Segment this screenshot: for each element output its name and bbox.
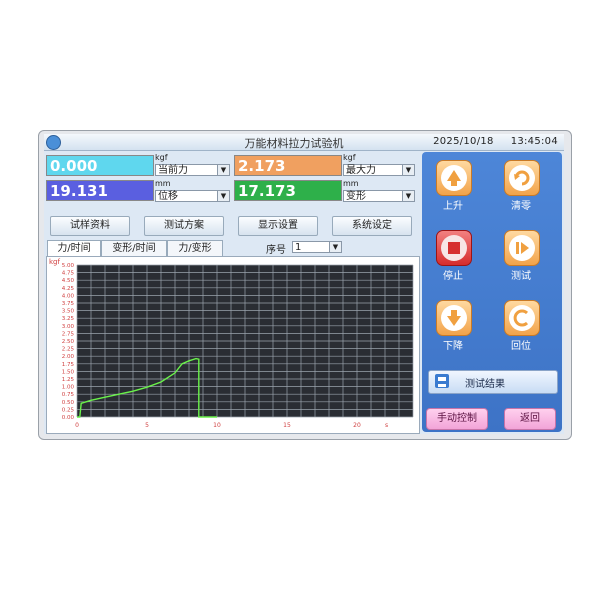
x-tick-label: 5 — [145, 422, 149, 429]
current-force-display: 0.000 — [46, 155, 154, 176]
back-button[interactable]: 返回 — [504, 408, 556, 430]
play-icon — [509, 235, 535, 261]
tab-force-time[interactable]: 力/时间 — [47, 240, 101, 257]
chevron-down-icon: ▼ — [329, 242, 341, 252]
tab-deformation-time[interactable]: 变形/时间 — [101, 240, 167, 257]
current-force-unit: kgf — [155, 153, 168, 162]
up-button[interactable] — [436, 160, 472, 196]
stop-icon — [441, 235, 467, 261]
current-force-select[interactable]: 当前力 ▼ — [155, 164, 230, 176]
y-tick-label: 1.75 — [62, 362, 75, 368]
zero-button[interactable] — [504, 160, 540, 196]
y-tick-label: 2.50 — [62, 339, 75, 345]
tab-force-deformation[interactable]: 力/变形 — [167, 240, 223, 257]
manual-control-button[interactable]: 手动控制 — [426, 408, 488, 430]
stop-button[interactable] — [436, 230, 472, 266]
y-tick-label: 4.25 — [62, 286, 75, 292]
sequence-select-value: 1 — [295, 242, 302, 253]
chevron-down-icon: ▼ — [402, 191, 414, 201]
sequence-label: 序号 — [266, 245, 286, 256]
displacement-unit: mm — [155, 179, 171, 188]
y-tick-label: 4.75 — [62, 271, 75, 277]
y-tick-label: 0.75 — [62, 392, 75, 398]
y-tick-label: 3.00 — [62, 324, 75, 330]
display-settings-button[interactable]: 显示设置 — [238, 216, 318, 236]
y-axis-label: kgf — [49, 258, 60, 266]
zero-label: 清零 — [511, 201, 531, 212]
chevron-down-icon: ▼ — [402, 165, 414, 175]
deformation-select[interactable]: 变形 ▼ — [343, 190, 415, 202]
max-force-select[interactable]: 最大力 ▼ — [343, 164, 415, 176]
refresh-icon — [509, 165, 535, 191]
y-tick-label: 3.75 — [62, 301, 75, 307]
down-label: 下降 — [443, 341, 463, 352]
deformation-display: 17.173 — [234, 180, 342, 201]
down-button[interactable] — [436, 300, 472, 336]
y-tick-label: 4.50 — [62, 278, 75, 284]
x-tick-label: 15 — [283, 422, 291, 429]
app-title: 万能材料拉力试验机 — [244, 137, 344, 150]
y-tick-label: 0.50 — [62, 400, 75, 406]
max-force-display: 2.173 — [234, 155, 342, 176]
chevron-down-icon: ▼ — [217, 191, 229, 201]
displacement-select-label: 位移 — [158, 191, 178, 202]
chart-svg: 0.00 0.250.50 0.751.00 1.25 1.501.75 2.002.25… — [49, 258, 414, 429]
return-button[interactable] — [504, 300, 540, 336]
y-tick-label: 0.00 — [62, 415, 75, 421]
up-label: 上升 — [443, 201, 463, 212]
force-time-chart: 0.00 0.25 0.50 0.75 1.00 1.25 1.50 1.75 2.00 2.25… — [46, 256, 420, 434]
y-tick-label: 4.00 — [62, 293, 75, 299]
x-tick-label: 10 — [213, 422, 221, 429]
y-tick-label: 1.50 — [62, 369, 75, 375]
y-tick-label: 3.25 — [62, 316, 75, 322]
y-tick-label: 2.25 — [62, 347, 75, 353]
y-tick-label: 1.25 — [62, 377, 75, 383]
date-text: 2025/10/18 — [433, 136, 494, 147]
deformation-select-label: 变形 — [346, 191, 366, 202]
y-tick-label: 2.00 — [62, 354, 75, 360]
y-tick-label: 5.00 — [62, 263, 75, 269]
save-icon — [435, 374, 449, 388]
test-button[interactable] — [504, 230, 540, 266]
control-panel: 上升 清零 停止 测试 下降 回位 测试结果 手动控制 返回 — [422, 152, 562, 432]
y-tick-label: 2.75 — [62, 331, 75, 337]
test-result-label: 测试结果 — [465, 379, 505, 390]
max-force-select-label: 最大力 — [346, 165, 376, 176]
test-label: 测试 — [511, 271, 531, 282]
displacement-display: 19.131 — [46, 180, 154, 201]
system-settings-button[interactable]: 系统设定 — [332, 216, 412, 236]
current-force-select-label: 当前力 — [158, 165, 188, 176]
sequence-select[interactable]: 1 ▼ — [292, 241, 342, 253]
clock: 2025/10/18 13:45:04 — [433, 136, 558, 147]
down-arrow-icon — [441, 305, 467, 331]
return-label: 回位 — [511, 341, 531, 352]
touch-screen: 万能材料拉力试验机 2025/10/18 13:45:04 0.000 kgf … — [44, 134, 564, 434]
sample-info-button[interactable]: 试样资料 — [50, 216, 130, 236]
y-tick-label: 1.00 — [62, 385, 75, 391]
x-axis-label: s — [385, 422, 388, 429]
y-tick-label: 0.25 — [62, 407, 75, 413]
deformation-unit: mm — [343, 179, 359, 188]
displacement-select[interactable]: 位移 ▼ — [155, 190, 230, 202]
test-result-button[interactable]: 测试结果 — [428, 370, 558, 394]
max-force-unit: kgf — [343, 153, 356, 162]
stop-label: 停止 — [443, 271, 463, 282]
up-arrow-icon — [441, 165, 467, 191]
return-icon — [509, 305, 535, 331]
x-tick-label: 0 — [75, 422, 79, 429]
x-tick-label: 20 — [353, 422, 361, 429]
test-plan-button[interactable]: 测试方案 — [144, 216, 224, 236]
chevron-down-icon: ▼ — [217, 165, 229, 175]
title-bar: 万能材料拉力试验机 2025/10/18 13:45:04 — [44, 134, 564, 151]
app-logo-icon — [46, 135, 61, 150]
time-text: 13:45:04 — [510, 136, 558, 147]
y-tick-label: 3.50 — [62, 309, 75, 315]
